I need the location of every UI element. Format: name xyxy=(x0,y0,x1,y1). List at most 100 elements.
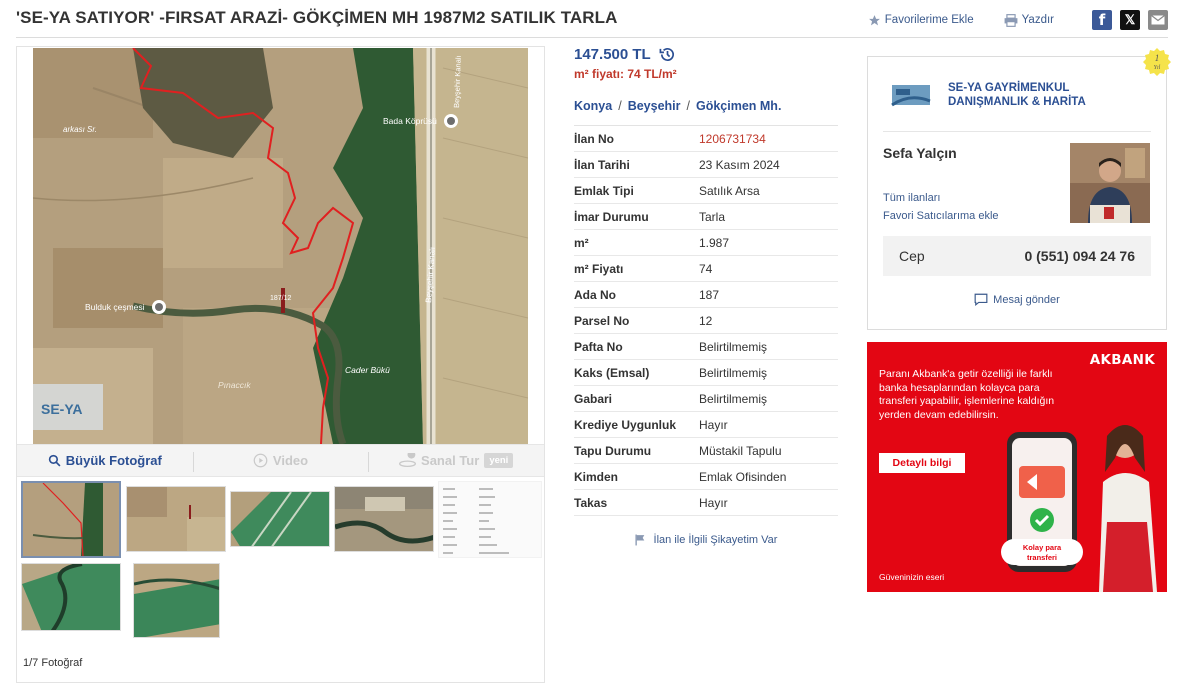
facebook-icon[interactable]: f xyxy=(1092,10,1112,30)
details-row: Takas Hayır xyxy=(574,490,838,516)
details-row: Tapu Durumu Müstakil Tapulu xyxy=(574,438,838,464)
details-key: m² xyxy=(574,235,589,250)
title-actions: Favorilerime Ekle Yazdır f 𝕏 xyxy=(868,10,1168,30)
details-key: İmar Durumu xyxy=(574,209,649,224)
tab-video-label: Video xyxy=(272,453,309,468)
listing-number: 1206731734 xyxy=(699,131,766,146)
details-value: 12 xyxy=(699,313,713,328)
favorites-button[interactable]: Favorilerime Ekle xyxy=(868,14,974,27)
ad-brand-logo: AKBANK xyxy=(1089,352,1155,368)
agency-name: SE-YA GAYRİMENKUL DANIŞMANLIK & HARİTA xyxy=(948,81,1086,109)
seller-name: Sefa Yalçın xyxy=(883,145,957,161)
print-label: Yazdır xyxy=(1021,14,1054,26)
area-label: Cader Bükü xyxy=(345,365,390,375)
details-key: Krediye Uygunluk xyxy=(574,417,677,432)
thumbnail[interactable] xyxy=(438,481,542,558)
details-row: Kimden Emlak Ofisinden xyxy=(574,464,838,490)
details-value: Hayır xyxy=(699,495,728,510)
ad-footer: Güveninizin eseri xyxy=(879,572,945,582)
details-value: Belirtilmemiş xyxy=(699,365,768,380)
new-badge: yeni xyxy=(484,453,514,468)
thumbnail[interactable] xyxy=(230,491,330,547)
thumbnail[interactable] xyxy=(21,563,121,631)
akbank-ad[interactable]: AKBANK Paranı Akbank'a getir özelliği il… xyxy=(867,342,1167,592)
mail-icon[interactable] xyxy=(1148,10,1168,30)
title-bar: 'SE-YA SATIYOR' -FIRSAT ARAZİ- GÖKÇİMEN … xyxy=(16,0,1168,38)
details-key: İlan No xyxy=(574,131,615,146)
breadcrumb: Konya / Beyşehir / Gökçimen Mh. xyxy=(574,99,838,126)
details-value: Belirtilmemiş xyxy=(699,391,768,406)
complaint-label: İlan ile İlgili Şikayetim Var xyxy=(653,534,778,546)
price-row: 147.500 TL xyxy=(574,46,838,63)
agency[interactable]: SE-YA GAYRİMENKUL DANIŞMANLIK & HARİTA xyxy=(890,81,1086,109)
details-row: Krediye Uygunluk Hayır xyxy=(574,412,838,438)
thumbnail[interactable] xyxy=(133,563,220,638)
thumbnail[interactable] xyxy=(126,486,226,552)
details-row: İlan No 1206731734 xyxy=(574,126,838,152)
price-history-icon[interactable] xyxy=(659,46,676,63)
details-row: Emlak Tipi Satılık Arsa xyxy=(574,178,838,204)
details-table: İlan No 1206731734 İlan Tarihi 23 Kasım 20… xyxy=(574,126,838,516)
details-row: Kaks (Emsal) Belirtilmemiş xyxy=(574,360,838,386)
details-key: Tapu Durumu xyxy=(574,443,652,458)
favorite-seller-link[interactable]: Favori Satıcılarıma ekle xyxy=(883,210,999,222)
phone-box: Cep 0 (551) 094 24 76 xyxy=(883,236,1151,276)
ad-phone-caption: transferi xyxy=(1027,553,1057,562)
details-row: Parsel No 12 xyxy=(574,308,838,334)
location-district[interactable]: Beyşehir xyxy=(628,99,681,113)
send-message-button[interactable]: Mesaj gönder xyxy=(868,293,1166,306)
tab-big-photo[interactable]: Büyük Fotoğraf xyxy=(17,445,193,476)
photo-tabs: Büyük Fotoğraf Video Sanal Tur yeni xyxy=(17,444,544,477)
message-icon xyxy=(974,293,988,306)
location-city[interactable]: Konya xyxy=(574,99,612,113)
main-photo[interactable]: 187/12 Bulduk çeşmesi Bada Köprüsü Cader… xyxy=(33,48,528,444)
details-key: Takas xyxy=(574,495,608,510)
details-row: Ada No 187 xyxy=(574,282,838,308)
listing-info: 147.500 TL m² fiyatı: 74 TL/m² Konya / Bey… xyxy=(574,46,838,546)
seller-card: 1 Yıl SE-YA GAYRİMENKUL DANIŞMANLIK & HA… xyxy=(867,48,1171,330)
play-icon xyxy=(253,453,268,468)
details-value: Belirtilmemiş xyxy=(699,339,768,354)
details-row: İlan Tarihi 23 Kasım 2024 xyxy=(574,152,838,178)
x-icon[interactable]: 𝕏 xyxy=(1120,10,1140,30)
tab-video[interactable]: Video xyxy=(192,445,369,476)
send-message-label: Mesaj gönder xyxy=(993,293,1060,306)
canal2-label: Beyşehir Kanalı xyxy=(452,55,463,108)
ad-details-button[interactable]: Detaylı bilgi xyxy=(879,453,965,473)
details-key: Parsel No xyxy=(574,313,630,328)
thumbnail[interactable] xyxy=(21,481,121,558)
details-value: 23 Kasım 2024 xyxy=(699,157,780,172)
west-label: arkası Sr. xyxy=(63,125,97,134)
details-value: Satılık Arsa xyxy=(699,183,760,198)
all-listings-link[interactable]: Tüm ilanları xyxy=(883,192,940,204)
tab-virtual-tour-label: Sanal Tur xyxy=(421,453,480,468)
details-value: Hayır xyxy=(699,417,728,432)
details-key: Pafta No xyxy=(574,339,623,354)
avatar xyxy=(1070,143,1150,223)
print-button[interactable]: Yazdır xyxy=(1004,13,1054,27)
photo-counter: 1/7 Fotoğraf xyxy=(23,657,83,669)
agency-logo xyxy=(890,81,932,109)
location-sep: / xyxy=(686,99,690,113)
village-label: Bulduk çeşmesi xyxy=(85,302,145,312)
details-value: 1.987 xyxy=(699,235,730,250)
phone-number[interactable]: 0 (551) 094 24 76 xyxy=(1024,248,1135,264)
location-sep: / xyxy=(618,99,622,113)
details-key: Emlak Tipi xyxy=(574,183,634,198)
details-value: Müstakil Tapulu xyxy=(699,443,782,458)
details-value: 187 xyxy=(699,287,720,302)
details-value: Tarla xyxy=(699,209,726,224)
location-neighborhood[interactable]: Gökçimen Mh. xyxy=(696,99,781,113)
m2-price: m² fiyatı: 74 TL/m² xyxy=(574,67,677,81)
complaint-link[interactable]: İlan ile İlgili Şikayetim Var xyxy=(574,534,838,546)
details-key: Kimden xyxy=(574,469,619,484)
bridge-label: Bada Köprüsü xyxy=(383,116,437,126)
details-key: m² Fiyatı xyxy=(574,261,624,276)
star-icon xyxy=(868,14,880,25)
favorites-label: Favorilerime Ekle xyxy=(884,14,974,26)
thumbnail[interactable] xyxy=(334,486,434,552)
details-row: m² Fiyatı 74 xyxy=(574,256,838,282)
tab-virtual-tour[interactable]: Sanal Tur yeni xyxy=(368,445,544,476)
tab-big-photo-label: Büyük Fotoğraf xyxy=(65,453,162,468)
details-key: Gabari xyxy=(574,391,613,406)
